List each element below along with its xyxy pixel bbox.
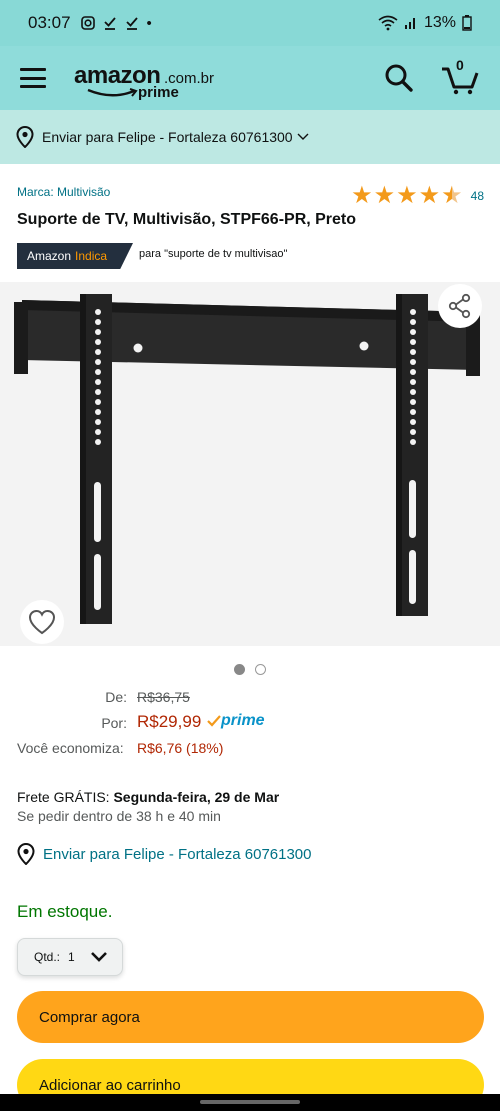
order-within-text: Se pedir dentro de 38 h e 40 min bbox=[17, 808, 221, 824]
signal-icon bbox=[404, 18, 415, 29]
prime-check-icon bbox=[207, 715, 221, 727]
rating-count: 48 bbox=[470, 189, 484, 203]
half-star-icon: ★ bbox=[441, 182, 463, 209]
star-icon: ★ bbox=[418, 182, 441, 209]
product-image[interactable] bbox=[0, 282, 500, 646]
home-gesture-bar[interactable] bbox=[200, 1100, 300, 1104]
prime-text: prime bbox=[221, 712, 265, 729]
location-pin-icon bbox=[17, 843, 35, 865]
star-icon: ★ bbox=[351, 182, 373, 209]
delivery-location-text: Enviar para Felipe - Fortaleza 60761300 bbox=[42, 129, 293, 145]
cart-count: 0 bbox=[456, 57, 464, 73]
price-save-label: Você economiza: bbox=[17, 740, 124, 756]
add-to-cart-label: Adicionar ao carrinho bbox=[39, 1076, 181, 1094]
battery-icon bbox=[462, 15, 472, 31]
buy-now-label: Comprar agora bbox=[39, 1008, 140, 1026]
buy-now-button[interactable]: Comprar agora bbox=[17, 991, 484, 1043]
quantity-label: Qtd.: bbox=[34, 950, 61, 964]
price-por-label: Por: bbox=[101, 715, 127, 731]
brand-link[interactable]: Marca: Multivisão bbox=[17, 185, 110, 199]
ship-to-text: Enviar para Felipe - Fortaleza 60761300 bbox=[43, 845, 312, 863]
status-bar: 03:07 • 13% bbox=[0, 0, 500, 46]
badge-query-text: para "suporte de tv multivisao" bbox=[139, 248, 288, 260]
price-save-value: R$6,76 (18%) bbox=[137, 740, 224, 756]
badge-amazon-text: Amazon bbox=[27, 249, 72, 263]
price-de-value: R$36,75 bbox=[137, 689, 190, 705]
amazon-smile-icon bbox=[87, 88, 138, 97]
star-icon: ★ bbox=[396, 182, 418, 209]
star-icon: ★ bbox=[373, 182, 396, 209]
menu-icon[interactable] bbox=[20, 68, 46, 88]
carousel-dots bbox=[0, 664, 500, 675]
cart-button[interactable]: 0 bbox=[440, 57, 480, 95]
status-time: 03:07 bbox=[28, 13, 71, 32]
price-save-row: Você economiza: R$6,76 (18%) bbox=[17, 740, 487, 760]
price-por-row: Por: R$29,99 prime bbox=[17, 712, 487, 736]
price-de-label: De: bbox=[105, 689, 127, 705]
chevron-down-icon bbox=[297, 133, 309, 140]
heart-icon bbox=[28, 609, 56, 635]
notification-icons: • bbox=[80, 14, 152, 32]
amazon-logo[interactable]: amazon .com.br prime bbox=[74, 56, 224, 101]
frete-date: Segunda-feira, 29 de Mar bbox=[113, 789, 280, 805]
wishlist-button[interactable] bbox=[20, 600, 64, 644]
frete-prefix: Frete GRÁTIS: bbox=[17, 789, 110, 805]
download-done-icon bbox=[125, 17, 138, 30]
stock-status: Em estoque. bbox=[17, 902, 113, 921]
share-icon bbox=[448, 293, 471, 319]
carousel-dot[interactable] bbox=[255, 664, 266, 675]
status-right: 13% bbox=[378, 14, 472, 32]
rating-stars: ★ ★ ★ ★ ★ bbox=[351, 183, 463, 209]
wifi-icon bbox=[378, 15, 398, 31]
badge-indica-text: Indica bbox=[75, 249, 108, 263]
price-por-value: R$29,99 bbox=[137, 712, 202, 731]
battery-percent: 13% bbox=[423, 14, 456, 31]
logo-prime: prime bbox=[138, 84, 179, 101]
amazon-indica-badge: Amazon Indica bbox=[17, 243, 133, 269]
carousel-dot-active[interactable] bbox=[234, 664, 245, 675]
search-icon[interactable] bbox=[384, 63, 414, 93]
ship-to-link[interactable]: Enviar para Felipe - Fortaleza 60761300 bbox=[17, 843, 312, 865]
system-nav-bar bbox=[0, 1094, 500, 1111]
free-shipping-info: Frete GRÁTIS: Segunda-feira, 29 de Mar bbox=[17, 789, 279, 805]
share-button[interactable] bbox=[438, 284, 482, 328]
price-de-row: De: R$36,75 bbox=[17, 689, 487, 709]
rating[interactable]: ★ ★ ★ ★ ★ 48 bbox=[351, 183, 484, 209]
instagram-icon bbox=[80, 16, 95, 30]
chevron-down-icon bbox=[91, 952, 107, 962]
product-title: Suporte de TV, Multivisão, STPF66-PR, Pr… bbox=[17, 211, 357, 228]
app-header: amazon .com.br prime 0 bbox=[0, 46, 500, 110]
prime-badge: prime bbox=[207, 712, 265, 730]
quantity-value: 1 bbox=[68, 950, 75, 964]
download-done-icon bbox=[103, 17, 116, 30]
notification-dot-icon: • bbox=[146, 14, 152, 32]
tv-mount-image bbox=[14, 294, 480, 624]
delivery-location-bar[interactable]: Enviar para Felipe - Fortaleza 60761300 bbox=[0, 110, 500, 164]
quantity-select[interactable]: Qtd.: 1 bbox=[17, 938, 123, 976]
location-pin-icon bbox=[16, 126, 34, 148]
